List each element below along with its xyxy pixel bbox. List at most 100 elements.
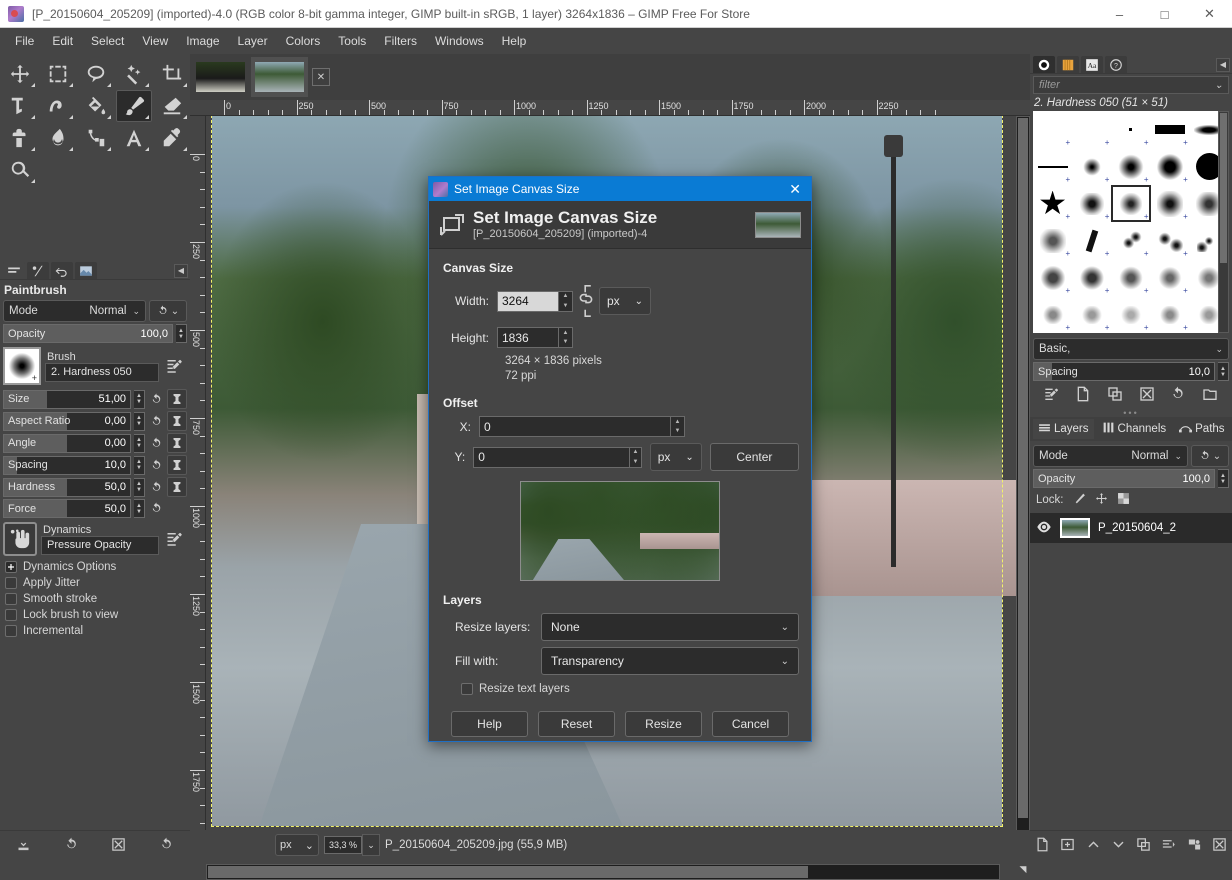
new-layer-icon[interactable] — [1035, 837, 1050, 855]
minimize-button[interactable]: – — [1097, 0, 1142, 28]
brushes-tab[interactable] — [1033, 56, 1055, 73]
checkbox-dynamics-options[interactable] — [5, 561, 17, 573]
crop-tool[interactable] — [154, 58, 190, 90]
brush-grid-cell[interactable]: + — [1033, 296, 1072, 333]
reset-slider-icon[interactable] — [148, 478, 164, 496]
save-tool-options-icon[interactable] — [16, 837, 31, 855]
lock-alpha-icon[interactable] — [1117, 492, 1130, 508]
pin-slider-icon[interactable] — [167, 411, 187, 431]
reset-tool-options-button[interactable]: ⌄ — [149, 300, 187, 322]
tab-paths[interactable]: Paths — [1174, 419, 1229, 439]
free-select-tool[interactable] — [78, 58, 114, 90]
brush-grid-cell[interactable]: + — [1111, 222, 1150, 259]
horizontal-scrollbar-thumb[interactable] — [208, 866, 808, 878]
height-spinner[interactable]: ▲ ▼ — [559, 327, 573, 348]
slider-spinner[interactable]: ▲ ▼ — [134, 389, 145, 409]
vertical-scrollbar-thumb[interactable] — [1018, 118, 1028, 818]
menu-windows[interactable]: Windows — [426, 31, 493, 51]
checkbox-smooth-stroke[interactable] — [5, 593, 17, 605]
tab-tool-options[interactable] — [3, 262, 25, 279]
width-spinner[interactable]: ▲ ▼ — [559, 290, 573, 312]
unified-transform-tool[interactable] — [2, 90, 38, 122]
document-history-tab[interactable]: ? — [1105, 56, 1127, 73]
text-tool[interactable] — [116, 122, 152, 154]
dialog-close-button[interactable]: ✕ — [783, 181, 807, 198]
brush-grid-cell[interactable]: + — [1151, 111, 1190, 148]
brush-grid-cell[interactable]: + — [1072, 222, 1111, 259]
canvas-preview[interactable] — [520, 481, 720, 581]
dock-resize-grip[interactable]: ••• — [1030, 409, 1232, 418]
pin-slider-icon[interactable] — [167, 433, 187, 453]
checkbox-row-apply-jitter[interactable]: Apply Jitter — [0, 575, 190, 591]
tab-images[interactable] — [75, 262, 97, 279]
image-tab-2[interactable] — [251, 57, 308, 97]
width-input[interactable]: 3264 — [497, 290, 559, 312]
bucket-fill-tool[interactable] — [78, 90, 114, 122]
merge-down-icon[interactable] — [1161, 837, 1176, 855]
tool-options-menu-button[interactable]: ◀ — [174, 263, 188, 278]
edit-brush-icon[interactable] — [163, 357, 187, 375]
reset-slider-icon[interactable] — [148, 456, 164, 474]
opacity-slider[interactable]: Opacity 100,0 — [3, 324, 173, 343]
brush-grid-cell[interactable]: + — [1111, 296, 1150, 333]
lock-pixels-icon[interactable] — [1073, 492, 1086, 508]
slider-hardness[interactable]: Hardness 50,0 — [3, 477, 131, 497]
pin-slider-icon[interactable] — [167, 389, 187, 409]
brush-grid-cell[interactable]: + — [1072, 148, 1111, 185]
offset-x-spinner[interactable]: ▲ ▼ — [671, 416, 685, 437]
layer-mode-reset-button[interactable]: ⌄ — [1191, 445, 1229, 467]
brush-grid-cell[interactable]: + — [1033, 222, 1072, 259]
brush-grid-cell[interactable]: + — [1111, 185, 1150, 222]
reset-slider-icon[interactable] — [148, 500, 164, 518]
menu-select[interactable]: Select — [82, 31, 133, 51]
brush-grid-cell[interactable]: + — [1033, 259, 1072, 296]
paintbrush-tool[interactable] — [116, 90, 152, 122]
height-input[interactable]: 1836 — [497, 327, 559, 348]
layer-opacity-spinner[interactable]: ▲ ▼ — [1218, 469, 1229, 488]
horizontal-scrollbar[interactable] — [206, 864, 1000, 880]
slider-spacing[interactable]: Spacing 10,0 — [3, 455, 131, 475]
checkbox-row-dynamics-options[interactable]: Dynamics Options — [0, 559, 190, 575]
layer-opacity-slider[interactable]: Opacity 100,0 — [1033, 469, 1215, 488]
open-brush-as-image-icon[interactable] — [1202, 386, 1218, 405]
fuzzy-select-tool[interactable] — [116, 58, 152, 90]
image-tab-1[interactable] — [192, 57, 249, 97]
slider-size[interactable]: Size 51,00 — [3, 389, 131, 409]
dynamics-preview-thumbnail[interactable] — [3, 522, 37, 556]
offset-x-input[interactable]: 0 — [479, 416, 671, 437]
brush-tag-combo[interactable]: Basic, ⌄ — [1033, 338, 1229, 360]
anchor-layer-icon[interactable] — [1187, 837, 1202, 855]
delete-layer-icon[interactable] — [1212, 837, 1227, 855]
brush-preview-thumbnail[interactable]: + — [3, 347, 41, 385]
brush-grid-scrollbar[interactable] — [1218, 111, 1229, 333]
reset-slider-icon[interactable] — [148, 434, 164, 452]
fill-with-combo[interactable]: Transparency ⌄ — [541, 647, 799, 675]
menu-view[interactable]: View — [133, 31, 177, 51]
edit-dynamics-icon[interactable] — [163, 530, 187, 548]
brush-grid-cell[interactable]: + — [1111, 148, 1150, 185]
menu-colors[interactable]: Colors — [277, 31, 330, 51]
brush-grid-cell[interactable]: + — [1033, 185, 1072, 222]
paint-mode-combo[interactable]: Mode Normal ⌄ — [3, 300, 146, 322]
zoom-combo[interactable]: 33,3 % ⌄ — [324, 834, 380, 856]
offset-unit-combo[interactable]: px ⌄ — [649, 443, 702, 471]
rectangle-select-tool[interactable] — [40, 58, 76, 90]
edit-brush-icon[interactable] — [1044, 386, 1060, 405]
zoom-tool[interactable] — [2, 154, 38, 186]
refresh-brushes-icon[interactable] — [1170, 386, 1186, 405]
resize-text-layers-checkbox[interactable] — [461, 683, 473, 695]
slider-spinner[interactable]: ▲ ▼ — [134, 433, 145, 453]
menu-layer[interactable]: Layer — [229, 31, 277, 51]
checkbox-row-lock-brush-to-view[interactable]: Lock brush to view — [0, 607, 190, 623]
brush-grid-cell[interactable]: + — [1033, 111, 1072, 148]
menu-tools[interactable]: Tools — [329, 31, 375, 51]
brush-grid-scrollbar-thumb[interactable] — [1220, 113, 1227, 263]
unit-combo[interactable]: px ⌄ — [275, 834, 319, 856]
offset-y-input[interactable]: 0 — [473, 446, 631, 468]
slider-spinner[interactable]: ▲ ▼ — [134, 411, 145, 431]
lower-layer-icon[interactable] — [1111, 837, 1126, 855]
brush-filter-input[interactable]: filter ⌄ — [1033, 76, 1229, 94]
warp-transform-tool[interactable] — [40, 90, 76, 122]
vertical-scrollbar[interactable] — [1016, 116, 1030, 860]
menu-edit[interactable]: Edit — [43, 31, 82, 51]
